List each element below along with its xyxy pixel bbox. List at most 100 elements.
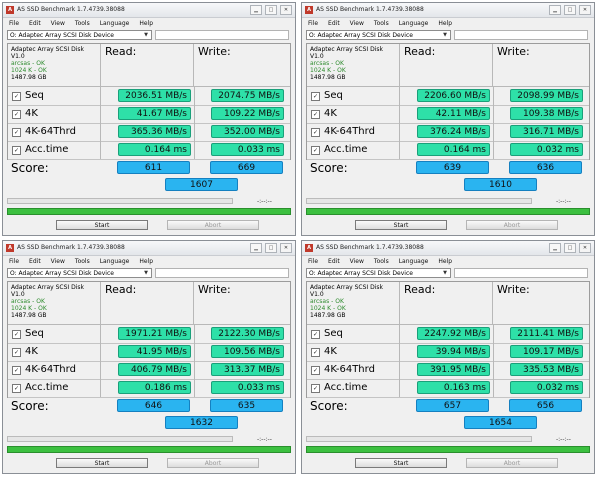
menu-file[interactable]: File (9, 20, 19, 27)
read-score: 646 (117, 399, 190, 412)
minimize-icon[interactable]: ▁ (250, 5, 262, 15)
menu-view[interactable]: View (51, 258, 65, 265)
test-label: Seq (324, 90, 343, 101)
test-row-seq: ✓ Seq 1971.21 MB/s 2122.30 MB/s (8, 325, 290, 344)
checkbox-icon[interactable]: ✓ (12, 347, 21, 357)
menu-help[interactable]: Help (438, 20, 452, 27)
menu-edit[interactable]: Edit (328, 258, 340, 265)
write-header: Write: (194, 282, 290, 325)
score-label: Score: (310, 161, 348, 175)
test-row-acc-time: ✓ Acc.time 0.164 ms 0.032 ms (307, 141, 589, 160)
read-result: 2036.51 MB/s (118, 89, 191, 102)
abort-button[interactable]: Abort (466, 220, 558, 230)
drive-select[interactable]: O: Adaptec Array SCSI Disk Device ▼ (306, 30, 451, 40)
test-row-4k: ✓ 4K 41.67 MB/s 109.22 MB/s (8, 105, 290, 124)
write-header: Write: (493, 282, 589, 325)
maximize-icon[interactable]: □ (564, 5, 576, 15)
write-result: 352.00 MB/s (211, 125, 284, 138)
menu-edit[interactable]: Edit (328, 20, 340, 27)
maximize-icon[interactable]: □ (265, 243, 277, 253)
menu-tools[interactable]: Tools (75, 258, 90, 265)
app-icon: A (305, 6, 313, 14)
menu-language[interactable]: Language (399, 258, 429, 265)
menu-view[interactable]: View (51, 20, 65, 27)
write-result: 109.38 MB/s (510, 107, 583, 120)
test-label: Acc.time (324, 144, 368, 155)
checkbox-icon[interactable]: ✓ (12, 91, 21, 101)
menu-help[interactable]: Help (139, 20, 153, 27)
drive-select[interactable]: O: Adaptec Array SCSI Disk Device ▼ (7, 268, 152, 278)
menu-file[interactable]: File (308, 20, 318, 27)
close-icon[interactable]: ✕ (579, 5, 591, 15)
menu-language[interactable]: Language (100, 20, 130, 27)
app-icon: A (305, 244, 313, 252)
start-button[interactable]: Start (56, 458, 148, 468)
test-row-4k-64thrd: ✓ 4K-64Thrd 376.24 MB/s 316.71 MB/s (307, 123, 589, 142)
status-progress-bar (306, 208, 590, 215)
drive-select-value: O: Adaptec Array SCSI Disk Device (309, 32, 413, 39)
maximize-icon[interactable]: □ (564, 243, 576, 253)
checkbox-icon[interactable]: ✓ (311, 109, 320, 119)
menu-help[interactable]: Help (139, 258, 153, 265)
checkbox-icon[interactable]: ✓ (311, 127, 320, 137)
window-title: AS SSD Benchmark 1.7.4739.38088 (17, 244, 125, 251)
checkbox-icon[interactable]: ✓ (12, 127, 21, 137)
checkbox-icon[interactable]: ✓ (12, 109, 21, 119)
menu-language[interactable]: Language (399, 20, 429, 27)
window-title: AS SSD Benchmark 1.7.4739.38088 (316, 6, 424, 13)
checkbox-icon[interactable]: ✓ (12, 145, 21, 155)
device-info: Adaptec Array SCSI Disk V1.0 arcsas - OK… (307, 282, 400, 325)
checkbox-icon[interactable]: ✓ (311, 329, 320, 339)
write-result: 2111.41 MB/s (510, 327, 583, 340)
checkbox-icon[interactable]: ✓ (311, 365, 320, 375)
checkbox-icon[interactable]: ✓ (12, 383, 21, 393)
menu-language[interactable]: Language (100, 258, 130, 265)
checkbox-icon[interactable]: ✓ (12, 365, 21, 375)
drive-select[interactable]: O: Adaptec Array SCSI Disk Device ▼ (7, 30, 152, 40)
write-result: 109.17 MB/s (510, 345, 583, 358)
menu-edit[interactable]: Edit (29, 20, 41, 27)
driver-status: arcsas - OK (310, 60, 344, 67)
checkbox-icon[interactable]: ✓ (311, 347, 320, 357)
abort-button[interactable]: Abort (167, 220, 259, 230)
menu-tools[interactable]: Tools (75, 20, 90, 27)
start-button[interactable]: Start (355, 458, 447, 468)
title-bar: A AS SSD Benchmark 1.7.4739.38088 ▁ □ ✕ (3, 241, 295, 256)
checkbox-icon[interactable]: ✓ (311, 91, 320, 101)
minimize-icon[interactable]: ▁ (549, 243, 561, 253)
minimize-icon[interactable]: ▁ (549, 5, 561, 15)
read-result: 42.11 MB/s (417, 107, 490, 120)
menu-tools[interactable]: Tools (374, 258, 389, 265)
score-label: Score: (310, 399, 348, 413)
close-icon[interactable]: ✕ (579, 243, 591, 253)
menu-view[interactable]: View (350, 258, 364, 265)
close-icon[interactable]: ✕ (280, 5, 292, 15)
test-label: 4K (25, 346, 38, 357)
menu-edit[interactable]: Edit (29, 258, 41, 265)
abort-button[interactable]: Abort (167, 458, 259, 468)
progress-bar (7, 198, 233, 204)
checkbox-icon[interactable]: ✓ (311, 145, 320, 155)
menu-file[interactable]: File (9, 258, 19, 265)
drive-info-box (155, 268, 289, 278)
checkbox-icon[interactable]: ✓ (12, 329, 21, 339)
maximize-icon[interactable]: □ (265, 5, 277, 15)
drive-select[interactable]: O: Adaptec Array SCSI Disk Device ▼ (306, 268, 451, 278)
minimize-icon[interactable]: ▁ (250, 243, 262, 253)
write-score: 635 (210, 399, 283, 412)
abort-button[interactable]: Abort (466, 458, 558, 468)
test-label: Acc.time (324, 382, 368, 393)
drive-select-value: O: Adaptec Array SCSI Disk Device (309, 270, 413, 277)
close-icon[interactable]: ✕ (280, 243, 292, 253)
menu-tools[interactable]: Tools (374, 20, 389, 27)
status-progress-bar (306, 446, 590, 453)
device-size: 1487.98 GB (11, 312, 47, 319)
menu-help[interactable]: Help (438, 258, 452, 265)
start-button[interactable]: Start (355, 220, 447, 230)
device-version: V1.0 (310, 53, 324, 60)
checkbox-icon[interactable]: ✓ (311, 383, 320, 393)
menu-file[interactable]: File (308, 258, 318, 265)
start-button[interactable]: Start (56, 220, 148, 230)
menu-view[interactable]: View (350, 20, 364, 27)
read-score: 611 (117, 161, 190, 174)
